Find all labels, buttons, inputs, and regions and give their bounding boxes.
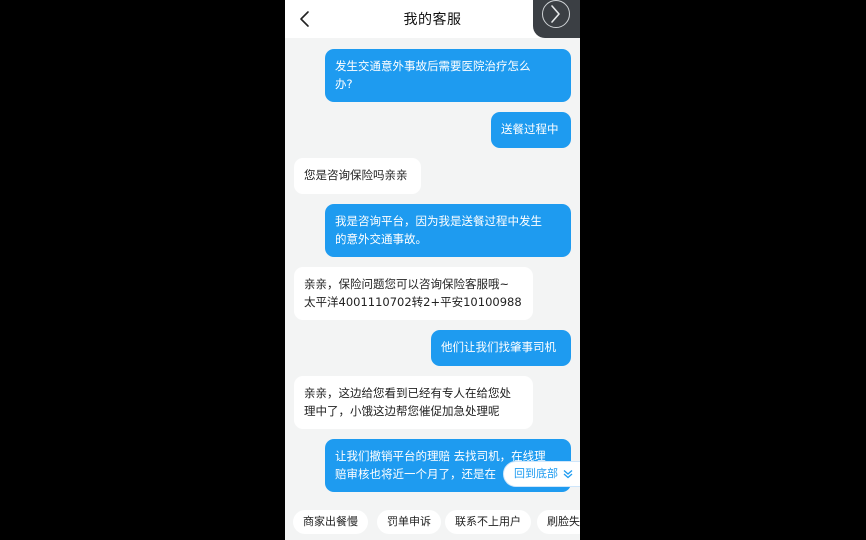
double-chevron-down-icon bbox=[563, 470, 572, 479]
message-bubble-outgoing: 他们让我们找肇事司机 bbox=[431, 330, 571, 366]
chevron-right-icon bbox=[551, 5, 560, 23]
message-bubble-outgoing: 发生交通意外事故后需要医院治疗怎么 办? bbox=[325, 49, 571, 102]
quick-reply-bar: 商家出餐慢 罚单申诉 联系不上用户 刷脸失 bbox=[285, 500, 580, 540]
message-bubble-incoming: 您是咨询保险吗亲亲 bbox=[294, 158, 421, 194]
message-bubble-outgoing: 我是咨询平台，因为我是送餐过程中发生 的意外交通事故。 bbox=[325, 204, 571, 257]
chat-area[interactable]: 发生交通意外事故后需要医院治疗怎么 办? 送餐过程中 您是咨询保险吗亲亲 我是咨… bbox=[285, 38, 580, 500]
phone-screen: 我的客服 发生交通意外事故后需要医院治疗怎么 办? 送餐过程中 您是咨询保险吗亲… bbox=[285, 0, 580, 540]
quick-reply-chip[interactable]: 联系不上用户 bbox=[445, 510, 531, 534]
message-bubble-outgoing: 送餐过程中 bbox=[491, 112, 571, 148]
back-to-bottom-button[interactable]: 回到底部 bbox=[503, 461, 580, 487]
next-button[interactable] bbox=[533, 0, 580, 38]
back-to-bottom-label: 回到底部 bbox=[514, 467, 558, 480]
quick-reply-chip[interactable]: 刷脸失 bbox=[537, 510, 580, 534]
quick-reply-chip[interactable]: 罚单申诉 bbox=[377, 510, 441, 534]
message-bubble-incoming: 亲亲，这边给您看到已经有专人在给您处 理中了，小饿这边帮您催促加急处理呢 bbox=[294, 376, 533, 429]
quick-reply-chip[interactable]: 商家出餐慢 bbox=[293, 510, 368, 534]
message-bubble-incoming: 亲亲，保险问题您可以咨询保险客服哦~ 太平洋4001110702转2+平安101… bbox=[294, 267, 533, 320]
